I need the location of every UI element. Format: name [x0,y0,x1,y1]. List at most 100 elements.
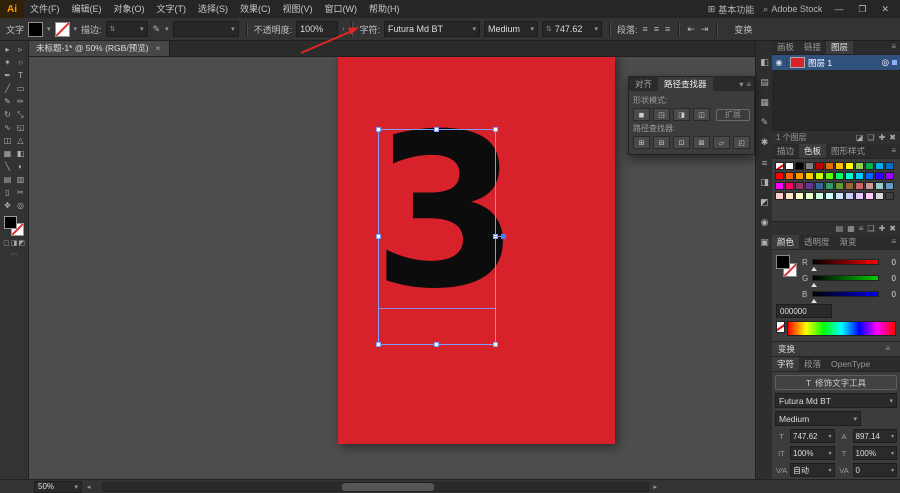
layer-selection-chip[interactable] [892,60,897,65]
sw[interactable] [865,182,874,190]
sw[interactable] [775,182,784,190]
tab-gradient[interactable]: 渐变 [835,235,862,249]
sw[interactable] [865,162,874,170]
sw[interactable] [845,172,854,180]
transform-panel-header[interactable]: 变换 ≡ [772,341,900,357]
scale-tool[interactable]: ⤡ [14,108,27,121]
perspective-grid-tool[interactable]: △ [14,134,27,147]
menu-item[interactable]: 编辑(E) [66,0,108,18]
align-right-icon[interactable]: ≡ [664,24,671,34]
sw[interactable] [885,182,894,190]
horizontal-scale-field[interactable]: 100% ▾ [852,446,897,460]
sw[interactable] [825,172,834,180]
sw[interactable] [775,192,784,200]
pen-tool[interactable]: ✒ [1,69,14,82]
selection-handle[interactable] [434,127,439,132]
font-style-chevron-icon[interactable]: ▾ [530,25,534,33]
color-guide-icon[interactable]: ▤ [757,76,772,89]
symbol-sprayer-tool[interactable]: ▤ [1,173,14,186]
sw[interactable] [785,192,794,200]
touch-type-tool-button[interactable]: T 修饰文字工具 [775,375,897,390]
tab-swatches[interactable]: 色板 [799,144,827,158]
sw[interactable] [815,192,824,200]
selection-handle[interactable] [434,342,439,347]
sw[interactable] [835,172,844,180]
tab-paragraph[interactable]: 段落 [799,357,826,371]
tab-opentype[interactable]: OpenType [826,357,875,371]
opacity-chevron-icon[interactable]: › [342,26,344,33]
layer-target-icon[interactable]: ◎ [882,57,889,68]
screen-mode-button[interactable]: ⋯ [11,250,18,258]
panel-menu-icon[interactable]: ≡ [887,144,900,158]
font-family-chevron-icon[interactable]: ▾ [472,25,476,33]
artboard-tool[interactable]: ▯ [1,186,14,199]
align-center-icon[interactable]: ≡ [653,24,660,34]
gradient-icon[interactable]: ◨ [757,176,772,189]
zoom-chevron-icon[interactable]: ▾ [74,483,78,491]
sw[interactable] [835,162,844,170]
workspace-switcher[interactable]: ⊞ 基本功能 [708,3,755,16]
selection-handle[interactable] [376,342,381,347]
lasso-tool[interactable]: ○ [14,56,27,69]
panel-menu-icon[interactable]: ≡ [887,235,900,249]
font-family-chevron-icon[interactable]: ▾ [889,397,893,405]
font-style-field[interactable]: Medium ▾ [484,21,538,37]
color-spectrum-bar[interactable] [787,321,896,336]
gradient-tool[interactable]: ◧ [14,147,27,160]
green-value[interactable]: 0 [882,274,896,283]
minus-back-icon[interactable]: ◰ [733,136,750,149]
draw-inside-icon[interactable]: ◩ [18,239,25,247]
chevron-down-icon[interactable]: ▾ [891,433,894,440]
sw[interactable] [885,162,894,170]
stroke-weight-field[interactable]: ⇅ ▾ [105,21,148,37]
variable-width-profile-field[interactable]: ▾ [172,21,239,37]
tab-artboards[interactable]: 画板 [772,40,799,54]
expand-button[interactable]: 扩展 [716,108,750,121]
green-slider[interactable] [811,275,879,287]
tab-color[interactable]: 颜色 [772,235,800,249]
menu-item[interactable]: 文字(T) [151,0,193,18]
menu-item[interactable]: 对象(O) [108,0,151,18]
font-style-chevron-icon[interactable]: ▾ [853,415,857,423]
font-size-chevron-icon[interactable]: ▾ [594,25,598,33]
menu-item[interactable]: 窗口(W) [319,0,364,18]
menu-item[interactable]: 效果(C) [234,0,277,18]
red-slider[interactable] [811,259,879,271]
unite-icon[interactable]: ◼ [633,108,650,121]
selection-handle[interactable] [493,342,498,347]
document-tab[interactable]: 未标题-1* @ 50% (RGB/预览) × [28,40,170,56]
sw[interactable] [845,162,854,170]
menu-item[interactable]: 文件(F) [24,0,66,18]
swatch-libraries-icon[interactable]: ▤ [836,224,844,233]
panel-menu-icon[interactable]: ≡ [887,40,900,54]
selection-tool[interactable]: ▸ [1,43,14,56]
new-color-group-icon[interactable]: ❏ [867,224,874,233]
paintbrush-tool[interactable]: ✎ [1,95,14,108]
chevron-down-icon[interactable]: ▾ [891,450,894,457]
menu-item[interactable]: 帮助(H) [363,0,406,18]
symbols-icon[interactable]: ✱ [757,136,772,149]
tab-pathfinder[interactable]: 路径查找器 [658,77,713,91]
fill-color-indicator[interactable] [4,216,17,229]
zoom-tool[interactable]: ◎ [14,199,27,212]
sw[interactable] [865,192,874,200]
shape-builder-tool[interactable]: ◫ [1,134,14,147]
scroll-left-icon[interactable]: ◂ [87,483,91,491]
chevron-down-icon[interactable]: ▾ [828,467,831,474]
red-value[interactable]: 0 [882,258,896,267]
sw[interactable] [775,172,784,180]
new-swatch-icon[interactable]: ✚ [879,224,886,233]
line-segment-tool[interactable]: ╱ [1,82,14,95]
font-size-spinner-icon[interactable]: ⇅ [546,25,552,33]
sw[interactable] [825,182,834,190]
sw[interactable] [885,172,894,180]
scroll-right-icon[interactable]: ▸ [654,483,658,491]
draw-behind-icon[interactable]: ◨ [11,239,18,247]
brush-chevron-icon[interactable]: ▾ [165,25,169,33]
eyedropper-tool[interactable]: ╲ [1,160,14,173]
zoom-level-field[interactable]: 50% ▾ [34,480,82,493]
slice-tool[interactable]: ✂ [14,186,27,199]
brushes-icon[interactable]: ✎ [757,116,772,129]
sw[interactable] [875,162,884,170]
brush-definition-icon[interactable]: ✎ [152,24,162,35]
